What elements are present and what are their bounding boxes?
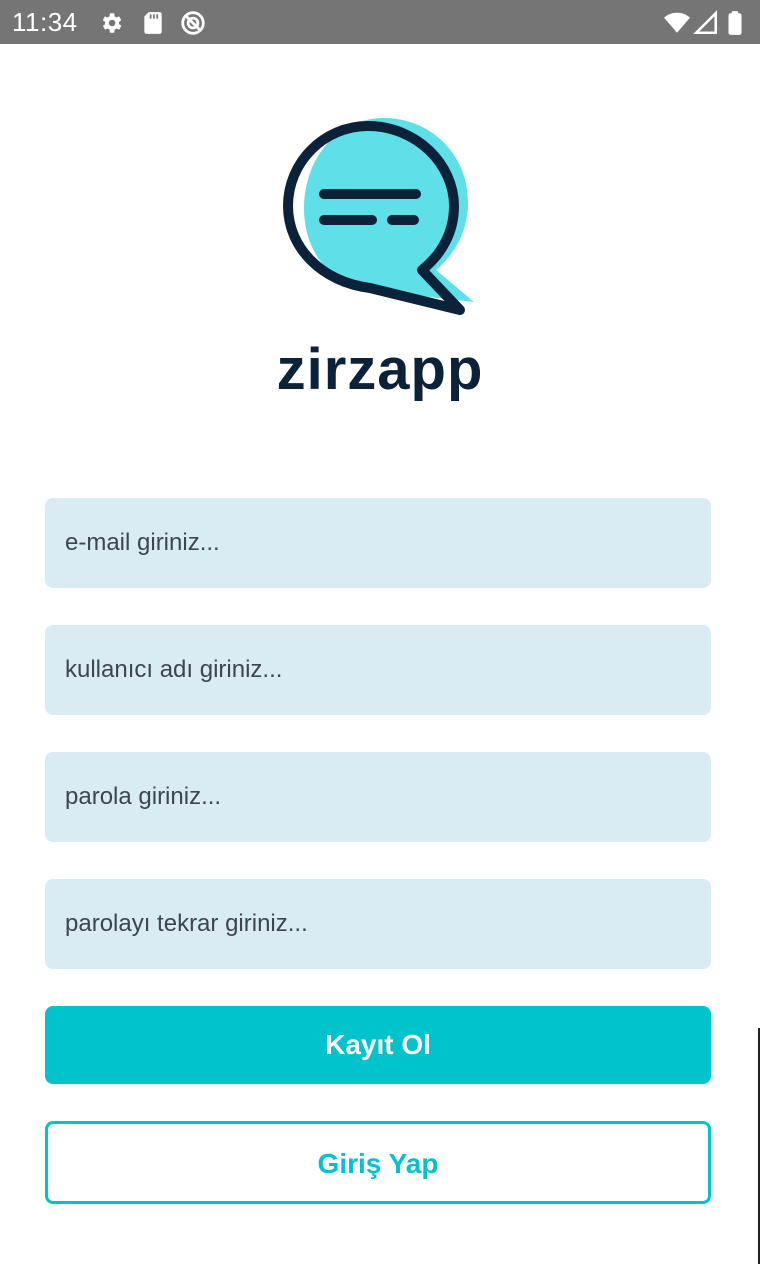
email-field-container: [45, 498, 711, 588]
wifi-icon: [664, 12, 690, 33]
email-field[interactable]: [45, 498, 711, 588]
chat-bubble-logo-icon: [283, 118, 474, 315]
username-field[interactable]: [45, 625, 711, 715]
brand-name: zirzapp: [276, 337, 484, 402]
battery-icon: [728, 11, 742, 35]
password-field-container: [45, 752, 711, 842]
sd-card-icon: [144, 12, 162, 34]
login-button[interactable]: Giriş Yap: [45, 1121, 711, 1204]
password-repeat-field[interactable]: [45, 879, 711, 969]
do-not-disturb-icon: [181, 11, 205, 35]
username-field-container: [45, 625, 711, 715]
cellular-signal-icon: [693, 10, 718, 35]
gear-icon: [102, 13, 122, 33]
status-time: 11:34: [12, 7, 78, 37]
status-bar: 11:34: [0, 0, 760, 44]
password-field[interactable]: [45, 752, 711, 842]
register-button[interactable]: Kayıt Ol: [45, 1006, 711, 1084]
password-repeat-field-container: [45, 879, 711, 969]
